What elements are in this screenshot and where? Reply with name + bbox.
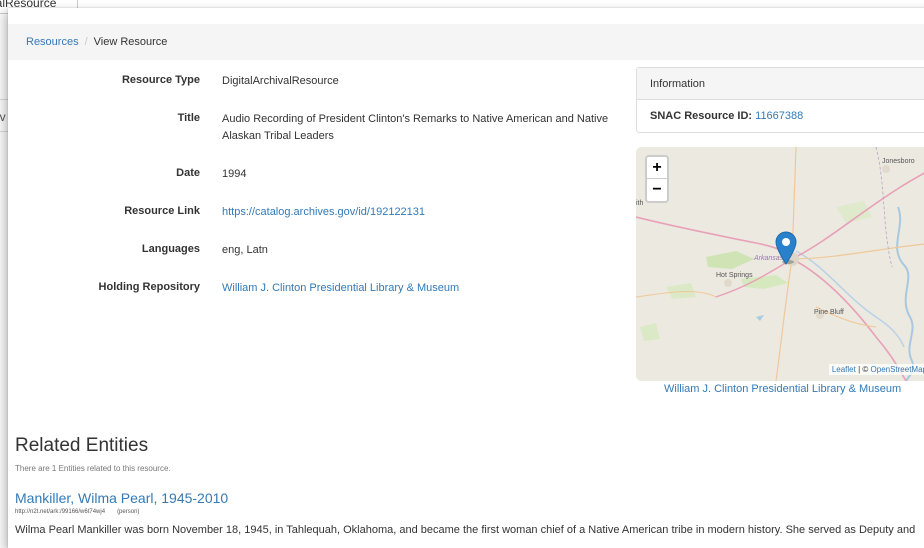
related-entity-type: (person) [117,509,140,515]
resource-type-value: DigitalArchivalResource [222,75,339,87]
snac-resource-id: SNAC Resource ID: 11667388 [637,100,924,132]
breadcrumb-separator: / [84,36,88,48]
languages-label: Languages [141,243,200,255]
date-label: Date [176,167,200,179]
related-entity-meta: http://n2t.net/ark:/99166/w6t74wj4 (perso… [15,509,139,515]
resource-link-label: Resource Link [124,205,200,217]
title-label: Title [177,112,200,124]
related-entities-heading: Related Entities [15,435,149,456]
zoom-out-button[interactable]: − [647,179,667,201]
related-entity-ark: http://n2t.net/ark:/99166/w6t74wj4 [15,509,106,515]
map-label-pine-bluff: Pine Bluff [814,309,844,316]
languages-value: eng, Latn [222,244,268,256]
holding-repository-link[interactable]: William J. Clinton Presidential Library … [222,280,622,297]
map-label-jonesboro: Jonesboro [882,158,915,165]
map-zoom-control: + − [645,155,669,203]
snac-resource-id-label: SNAC Resource ID: [650,110,753,122]
zoom-in-button[interactable]: + [647,157,667,179]
resource-view-window: Resources / View Resource Resource Type Di… [8,8,924,548]
map-label-hot-springs: Hot Springs [716,272,753,279]
repository-map[interactable]: Jonesboro Arkansas Hot Springs Pine Bluf… [636,147,924,381]
snac-resource-id-value[interactable]: 11667388 [755,110,803,122]
information-panel-heading: Information [637,68,924,100]
attribution-separator: | © [858,365,869,374]
map-marker-icon[interactable] [775,231,797,265]
resource-link[interactable]: https://catalog.archives.gov/id/19212213… [222,204,622,221]
date-value: 1994 [222,168,247,180]
title-value: Audio Recording of President Clinton's R… [222,113,609,142]
leaflet-link[interactable]: Leaflet [832,365,856,374]
related-entities-count: There are 1 Entities related to this res… [15,464,171,473]
map-attribution: Leaflet | © OpenStreetMap [828,364,924,375]
map-caption-link[interactable]: William J. Clinton Presidential Library … [664,383,901,395]
breadcrumb-resources-link[interactable]: Resources [26,36,79,48]
breadcrumb: Resources / View Resource [8,24,924,60]
related-entity-description: Wilma Pearl Mankiller was born November … [15,524,916,536]
resource-type-label: Resource Type [121,74,200,86]
breadcrumb-current: View Resource [93,36,168,48]
holding-repository-label: Holding Repository [98,281,200,293]
openstreetmap-link[interactable]: OpenStreetMap [871,365,924,374]
related-entity-name-link[interactable]: Mankiller, Wilma Pearl, 1945-2010 [15,490,228,506]
information-panel: Information SNAC Resource ID: 11667388 [636,67,924,133]
map-label-edge-left: ith [636,200,644,207]
